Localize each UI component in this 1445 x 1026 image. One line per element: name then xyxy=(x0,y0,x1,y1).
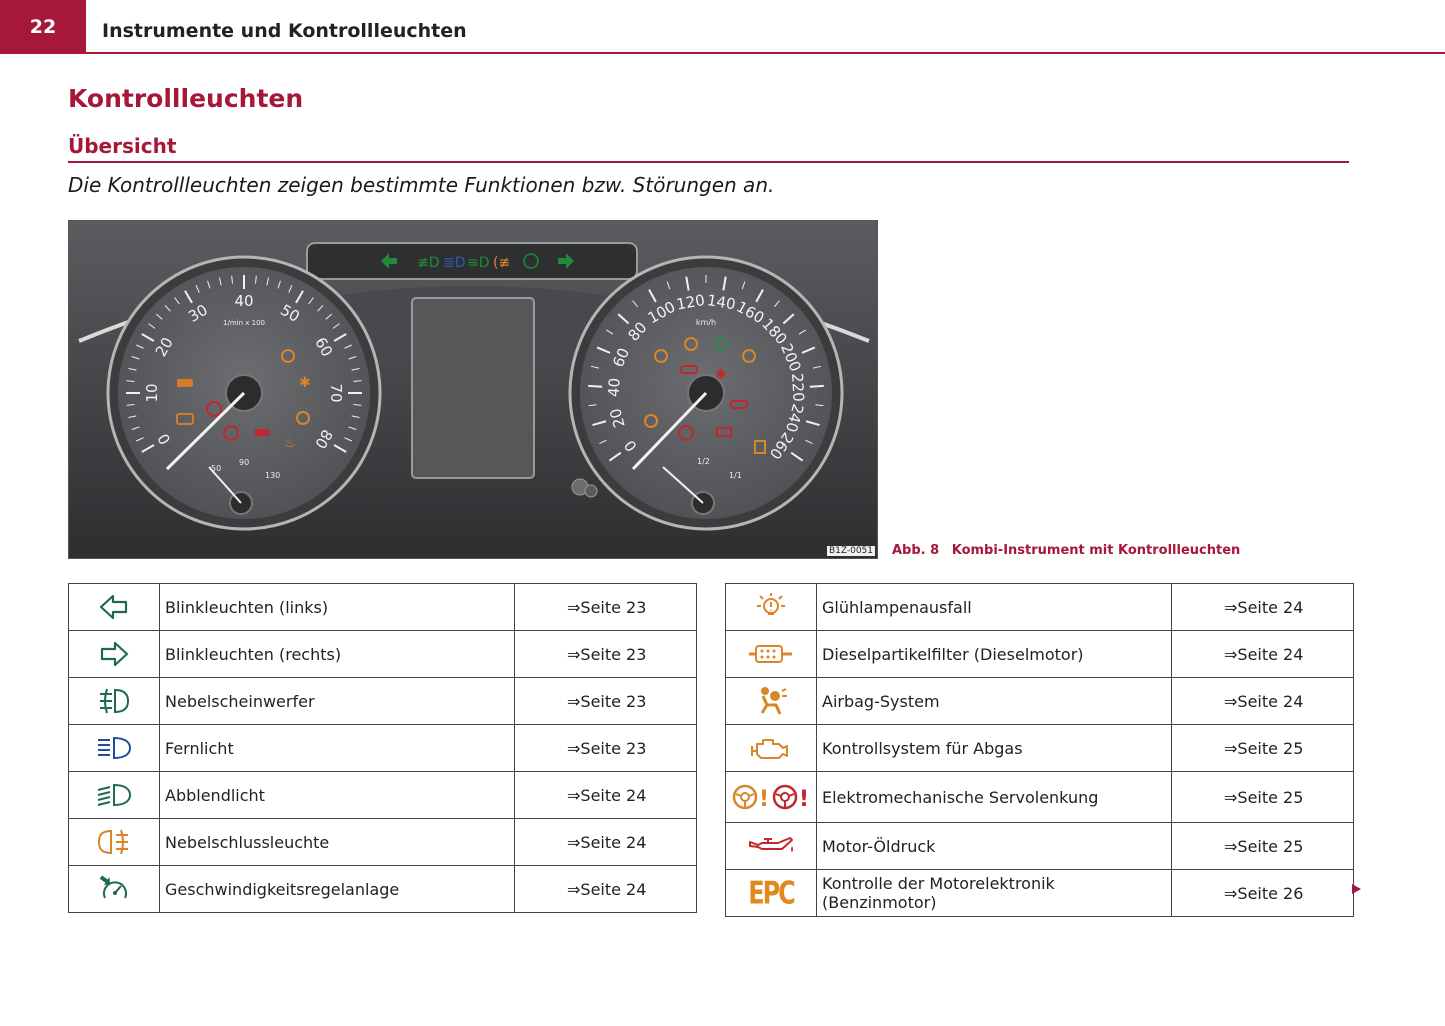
page-reference[interactable]: ⇒Seite 26 xyxy=(1171,869,1354,917)
table-row: Airbag-System ⇒Seite 24 xyxy=(725,677,1354,725)
page-reference[interactable]: ⇒Seite 24 xyxy=(514,818,697,866)
speed-label: 40 xyxy=(605,377,624,397)
right-lamps-table: Glühlampenausfall ⇒Seite 24 Dieselpartik… xyxy=(725,583,1354,917)
speed-unit-label: km/h xyxy=(696,318,716,327)
page-reference[interactable]: ⇒Seite 23 xyxy=(514,583,697,631)
lamp-name: Fernlicht xyxy=(159,724,515,772)
cruise-control-icon xyxy=(99,875,127,899)
turn-left-arrow-icon xyxy=(99,594,128,620)
lamp-name: Kontrolle der Motorelektronik (Benzinmot… xyxy=(816,869,1172,917)
page-reference[interactable]: ⇒Seite 23 xyxy=(514,724,697,772)
subsection-rule xyxy=(68,161,1349,163)
page-reference[interactable]: ⇒Seite 24 xyxy=(514,771,697,819)
lamp-name: Motor-Öldruck xyxy=(816,822,1172,870)
coolant-lamp: ♨ xyxy=(284,436,296,451)
instrument-cluster-illustration: ≢D ≣D ≡D (≢ 0102030 40 50607080 1/min x 10… xyxy=(69,221,877,558)
fuel-label-full: 1/1 xyxy=(729,471,742,480)
high-beam-icon xyxy=(98,736,132,760)
high-beam-lamp-icon: ≣D xyxy=(443,255,466,271)
table-row: ! ! Elektromechanische Servolenkung ⇒Sei… xyxy=(725,771,1354,823)
speed-tick xyxy=(809,384,824,388)
instrument-cluster-figure: ≢D ≣D ≡D (≢ 0 10 20 30 40 50 60 70 80 1/min x 10… xyxy=(68,220,878,559)
page-reference[interactable]: ⇒Seite 24 xyxy=(1171,583,1354,631)
lamp-name: Kontrollsystem für Abgas xyxy=(816,724,1172,772)
rpm-label: 10 xyxy=(143,383,161,402)
svg-text:!: ! xyxy=(759,787,769,812)
engine-lamp xyxy=(177,379,193,387)
figure-caption-label: Abb. 8 xyxy=(892,543,940,558)
table-row: Nebelschlussleuchte ⇒Seite 24 xyxy=(68,818,697,866)
lamp-name: Dieselpartikelfilter (Dieselmotor) xyxy=(816,630,1172,678)
table-row: Glühlampenausfall ⇒Seite 24 xyxy=(725,583,1354,631)
lamp-name: Glühlampenausfall xyxy=(816,583,1172,631)
rear-fog-lamp-icon: (≢ xyxy=(493,255,510,271)
page-reference[interactable]: ⇒Seite 25 xyxy=(1171,822,1354,870)
table-row: Blinkleuchten (links) ⇒Seite 23 xyxy=(68,583,697,631)
fog-lamp-icon: ≢D xyxy=(417,255,440,271)
subsection-title: Übersicht xyxy=(68,134,177,158)
temp-label-low: 50 xyxy=(211,464,221,473)
engine-check-icon xyxy=(751,739,788,759)
speed-tick xyxy=(588,384,603,388)
rpm-label: 40 xyxy=(234,292,253,310)
turn-right-arrow-icon xyxy=(100,641,129,667)
airbag-icon xyxy=(760,687,787,715)
table-row: EPC Kontrolle der Motorelektronik (Benzi… xyxy=(725,869,1354,917)
low-beam-icon xyxy=(97,783,132,807)
lamp-name: Blinkleuchten (rechts) xyxy=(159,630,515,678)
fog-light-icon xyxy=(100,688,130,714)
table-row: Blinkleuchten (rechts) ⇒Seite 23 xyxy=(68,630,697,678)
epc-icon: EPC xyxy=(748,874,796,912)
speed-label: 220 xyxy=(788,373,808,403)
svg-text:!: ! xyxy=(799,787,809,812)
table-row: Kontrollsystem für Abgas ⇒Seite 25 xyxy=(725,724,1354,772)
battery-lamp xyxy=(255,429,269,436)
page-reference[interactable]: ⇒Seite 24 xyxy=(1171,677,1354,725)
table-row: Nebelscheinwerfer ⇒Seite 23 xyxy=(68,677,697,725)
page-reference[interactable]: ⇒Seite 25 xyxy=(1171,724,1354,772)
table-row: Motor-Öldruck ⇒Seite 25 xyxy=(725,822,1354,870)
page-reference[interactable]: ⇒Seite 23 xyxy=(514,630,697,678)
table-row: Abblendlicht ⇒Seite 24 xyxy=(68,771,697,819)
page-reference[interactable]: ⇒Seite 24 xyxy=(1171,630,1354,678)
chapter-title: Instrumente und Kontrollleuchten xyxy=(102,20,467,42)
trip-knob-2 xyxy=(584,484,598,498)
lamp-name: Abblendlicht xyxy=(159,771,515,819)
intro-text: Die Kontrollleuchten zeigen bestimmte Fu… xyxy=(68,173,775,197)
diesel-particle-filter-icon xyxy=(749,645,792,663)
figure-id: B1Z-0051 xyxy=(826,546,875,556)
table-row: Fernlicht ⇒Seite 23 xyxy=(68,724,697,772)
table-row: Dieselpartikelfilter (Dieselmotor) ⇒Seit… xyxy=(725,630,1354,678)
lamp-name: Geschwindigkeitsregelanlage xyxy=(159,865,515,913)
center-display xyxy=(411,297,535,479)
table-row: Geschwindigkeitsregelanlage ⇒Seite 24 xyxy=(68,865,697,913)
airbag-lamp: ✱ xyxy=(299,375,311,391)
temp-label-mid: 90 xyxy=(239,458,249,467)
lamp-name: Nebelschlussleuchte xyxy=(159,818,515,866)
left-lamps-table: Blinkleuchten (links) ⇒Seite 23 Blinkleu… xyxy=(68,583,697,913)
rpm-label: 70 xyxy=(327,383,345,402)
page-number: 22 xyxy=(0,0,86,54)
lamp-name: Nebelscheinwerfer xyxy=(159,677,515,725)
figure-caption-text: Kombi-Instrument mit Kontrollleuchten xyxy=(951,543,1241,558)
oil-pressure-icon xyxy=(749,837,793,852)
temp-label-high: 130 xyxy=(265,471,280,480)
section-title: Kontrollleuchten xyxy=(68,84,304,113)
bulb-failure-icon xyxy=(757,593,785,615)
power-steering-icon: ! ! xyxy=(732,784,809,812)
low-beam-lamp-icon: ≡D xyxy=(467,255,490,271)
rpm-unit-label: 1/min x 100 xyxy=(223,319,265,327)
lamp-name: Elektromechanische Servolenkung xyxy=(816,771,1172,823)
fuel-label-half: 1/2 xyxy=(697,457,710,466)
page-header: 22 Instrumente und Kontrollleuchten xyxy=(0,0,1445,54)
lamp-name: Airbag-System xyxy=(816,677,1172,725)
rear-fog-light-icon xyxy=(97,829,128,855)
page-reference[interactable]: ⇒Seite 23 xyxy=(514,677,697,725)
page-reference[interactable]: ⇒Seite 24 xyxy=(514,865,697,913)
continue-arrow-icon xyxy=(1352,884,1361,894)
lamp-name: Blinkleuchten (links) xyxy=(159,583,515,631)
figure-caption: Abb. 8 Kombi-Instrument mit Kontrollleuc… xyxy=(892,543,1240,558)
page-reference[interactable]: ⇒Seite 25 xyxy=(1171,771,1354,823)
